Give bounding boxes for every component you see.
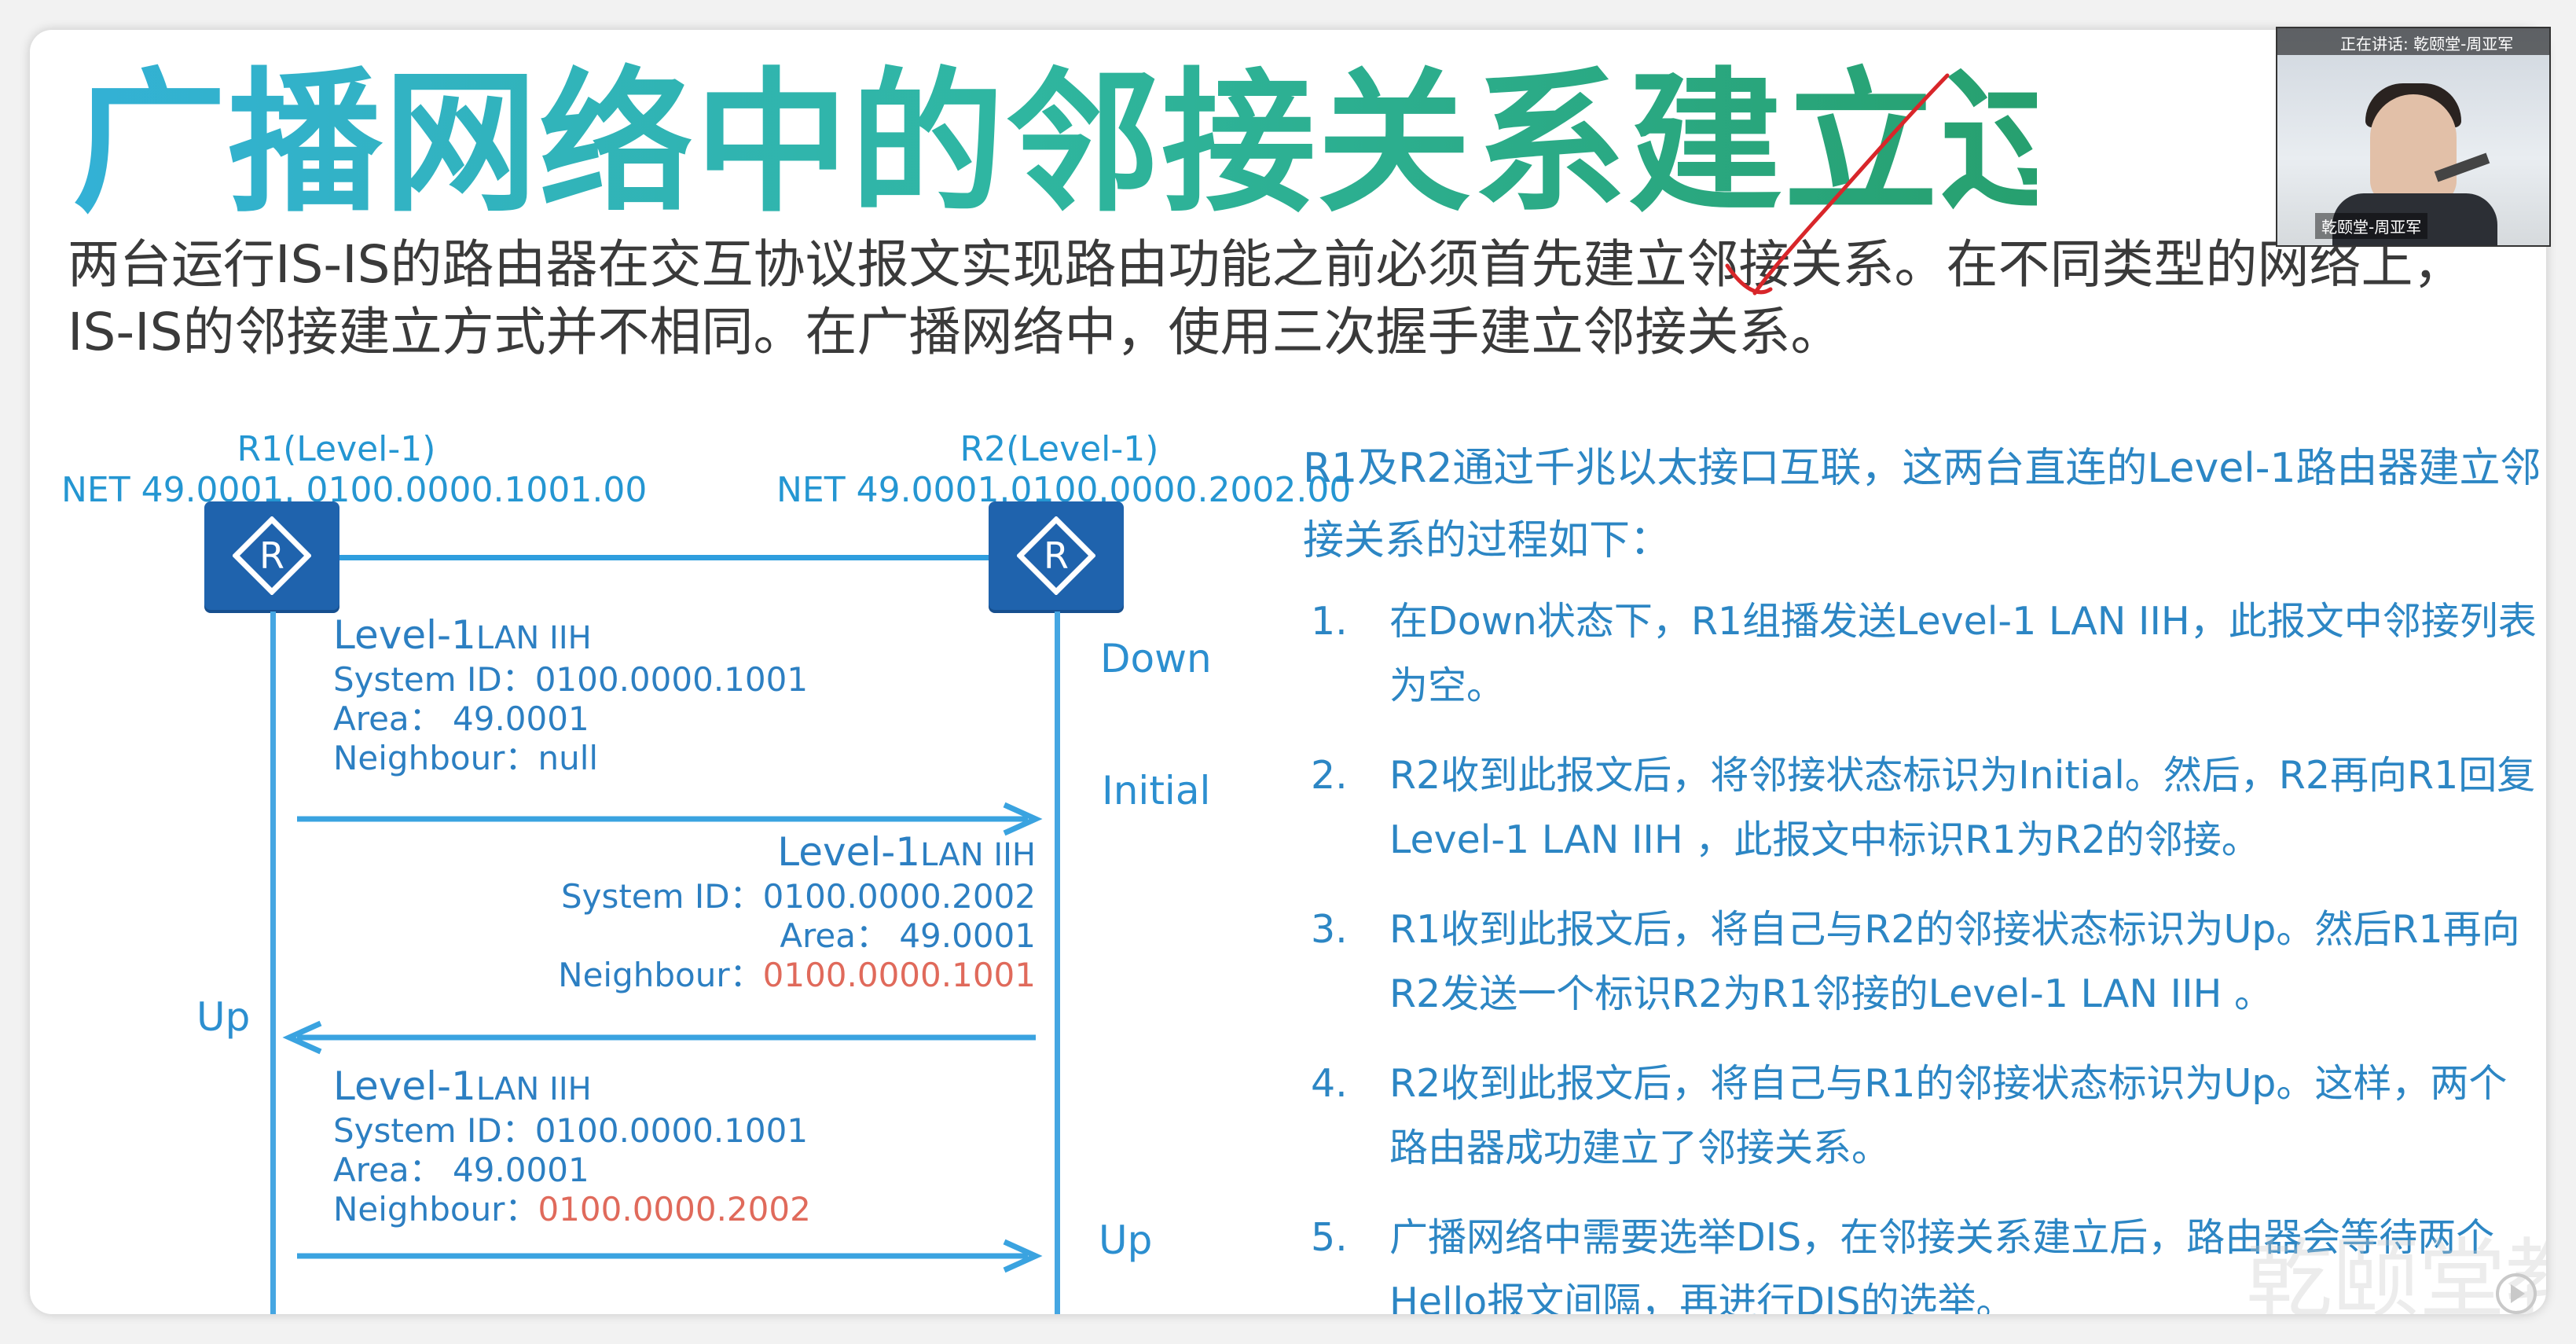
svg-text:R: R	[259, 534, 284, 577]
play-icon[interactable]	[2496, 1273, 2537, 1314]
webcam-status-bar: 正在讲话: 乾颐堂-周亚军	[2277, 28, 2549, 55]
router-icon: R	[1017, 516, 1095, 595]
intro-text: 两台运行IS-IS的路由器在交互协议报文实现路由功能之前必须首先建立邻接关系。在…	[68, 234, 2465, 362]
state-r2-initial: Initial	[1102, 768, 1211, 813]
webcam-name: 乾颐堂-周亚军	[2315, 213, 2428, 239]
router-r2: R	[989, 501, 1124, 610]
state-r2-up: Up	[1099, 1217, 1153, 1263]
arrow-left-2	[282, 1020, 1036, 1055]
router-r1: R	[204, 501, 339, 610]
process-steps: 1. 在Down状态下，R1组播发送Level-1 LAN IIH，此报文中邻接列…	[1311, 589, 2537, 1314]
step-item: 4. R2收到此报文后，将自己与R1的邻接状态标识为Up。这样，两个路由器成功建立…	[1311, 1061, 2508, 1170]
arrow-right-3	[297, 1239, 1043, 1273]
message-3: Level-1LAN IIH System ID：0100.0000.1001 …	[333, 1063, 811, 1228]
slide-title: 广播网络中的邻接关系建立过程	[72, 46, 2249, 242]
r1-timeline	[270, 611, 276, 1314]
message-1: Level-1LAN IIH System ID：0100.0000.1001 …	[333, 612, 809, 777]
process-description: R1及R2通过千兆以太接口互联，这两台直连的Level-1路由器建立邻接关系的过…	[1303, 445, 2541, 564]
message-2: Level-1LAN IIH System ID：0100.0000.2002 …	[558, 829, 1036, 994]
svg-text:R: R	[1044, 534, 1069, 577]
step-item: 3. R1收到此报文后，将自己与R2的邻接状态标识为Up。然后R1再向R2发送一个…	[1311, 907, 2520, 1016]
presenter-face	[2370, 94, 2457, 204]
r2-name: R2(Level-1)	[960, 429, 1159, 469]
ethernet-link	[336, 555, 1028, 560]
step-item: 1. 在Down状态下，R1组播发送Level-1 LAN IIH，此报文中邻接列…	[1311, 599, 2537, 708]
state-r1-up: Up	[196, 994, 251, 1040]
r2-timeline	[1055, 611, 1060, 1314]
router-icon: R	[233, 516, 311, 595]
r1-name: R1(Level-1)	[237, 429, 436, 469]
webcam-overlay[interactable]: 正在讲话: 乾颐堂-周亚军 乾颐堂-周亚军	[2276, 27, 2551, 247]
r1-label: R1(Level-1) NET 49.0001. 0100.0000.1001.…	[61, 429, 647, 511]
state-r2-down: Down	[1100, 636, 1212, 681]
webcam-status: 正在讲话: 乾颐堂-周亚军	[2340, 35, 2514, 53]
step-item: 2. R2收到此报文后，将邻接状态标识为Initial。然后，R2再向R1回复Le…	[1311, 753, 2536, 862]
r2-label: R2(Level-1) NET 49.0001.0100.0000.2002.0…	[776, 429, 1351, 511]
slide: 广播网络中的邻接关系建立过程 两台运行IS-IS的路由器在交互协议报文实现路由功…	[30, 30, 2546, 1314]
